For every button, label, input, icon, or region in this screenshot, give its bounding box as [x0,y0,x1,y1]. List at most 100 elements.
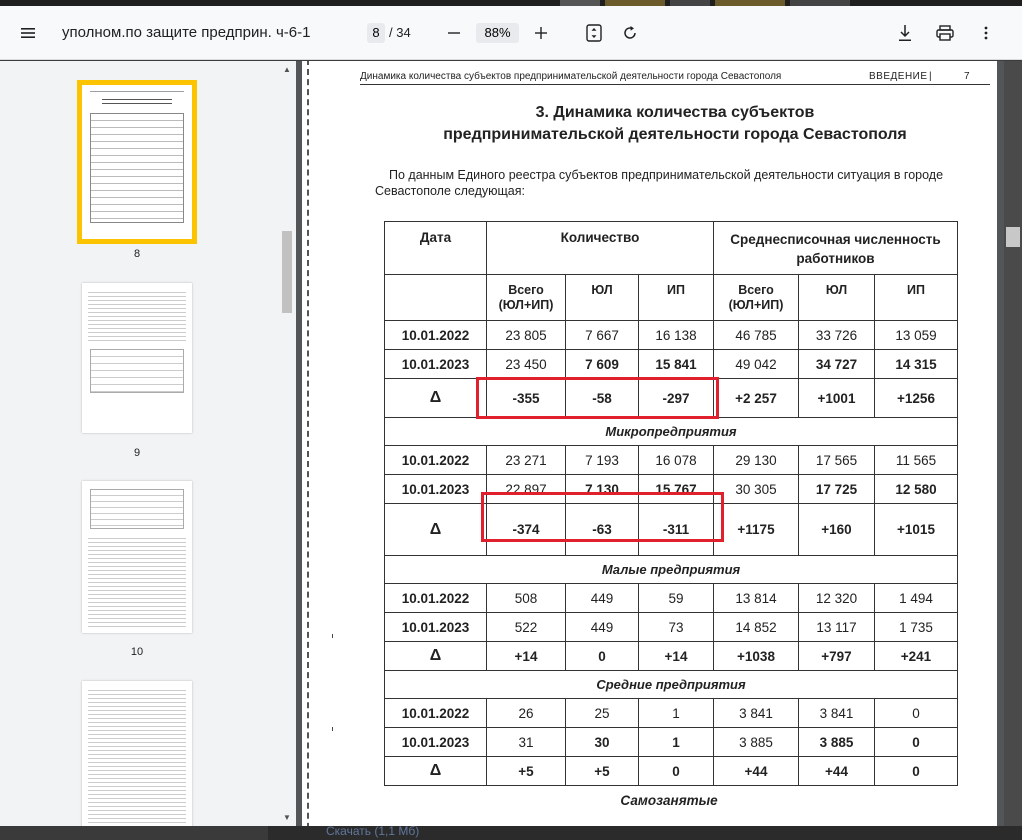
document-viewer: Динамика количества субъектов предприним… [296,61,1022,829]
table-cell: 15 841 [638,349,714,379]
rows-small: 10.01.2022 508 449 59 13 814 12 320 1 494 10.01… [384,583,958,671]
table-cell: 7 193 [565,445,639,475]
rows-medium: 10.01.2022 26 25 1 3 841 3 841 0 10.01.2023 31 30… [384,698,958,786]
thumbnail-page-10[interactable] [82,481,192,633]
scan-mark [332,634,333,638]
pdf-viewer-window: уполном.по защите предприн. ч-6-1 8 / 34… [0,0,1022,840]
table-cell: +1001 [798,378,875,418]
running-head: Динамика количества субъектов предприним… [360,71,782,82]
table-cell: +1038 [713,641,799,671]
table-cell: +160 [798,503,875,556]
table-cell: 12 320 [798,583,875,613]
thumbnail-page-11[interactable] [82,681,192,831]
fit-page-icon [586,24,602,42]
thumbnail-label-8: 8 [133,248,141,260]
table-cell: +14 [486,641,566,671]
highlight-box-all-delta [476,377,719,419]
download-link[interactable]: Скачать (1,1 Мб) [326,824,419,838]
table-cell: 0 [874,727,958,757]
table-cell: 1 [638,727,714,757]
more-options-button[interactable] [977,6,995,60]
section-label: ВВЕДЕНИЕ [869,71,928,82]
table-cell: +5 [486,756,566,786]
section-small: Малые предприятия [384,555,958,584]
table-cell: +1175 [713,503,799,556]
table-cell: 0 [874,756,958,786]
table-cell: 3 885 [798,727,875,757]
table-cell: 33 726 [798,320,875,350]
table-cell: +44 [713,756,799,786]
row-date: Δ [384,503,487,556]
table-row: 10.01.2022 23 805 7 667 16 138 46 785 33 726 1… [384,320,958,350]
table-cell: 7 667 [565,320,639,350]
table-cell: 17 725 [798,474,875,504]
table-cell: 13 117 [798,612,875,642]
table-cell: 0 [565,641,639,671]
highlight-box-micro-delta [481,492,724,542]
section-heading-line2: предпринимательской деятельности города … [443,126,907,143]
page-number-input[interactable]: 8 [367,23,385,43]
viewer-scroll-thumb[interactable] [1006,227,1020,247]
table-cell: 522 [486,612,566,642]
running-head-separator: | [929,71,932,82]
table-cell: 31 [486,727,566,757]
table-cell: 23 271 [486,445,566,475]
table-cell: 16 078 [638,445,714,475]
fit-to-page-button[interactable] [583,6,605,60]
thumbnail-label-10: 10 [130,646,144,658]
table-cell: 1 735 [874,612,958,642]
table-cell: 0 [638,756,714,786]
row-date: Δ [384,756,487,786]
row-date: 10.01.2023 [384,474,487,504]
table-cell: 7 609 [565,349,639,379]
print-button[interactable] [933,6,957,60]
table-row: 10.01.2022 26 25 1 3 841 3 841 0 [384,698,958,728]
table-cell: 508 [486,583,566,613]
sidebar-scrollbar[interactable]: ▲ ▼ [280,61,294,829]
viewer-scrollbar[interactable] [1004,61,1022,829]
zoom-in-button[interactable] [530,6,552,60]
thumbnail-page-9[interactable] [82,283,192,433]
thumbnail-sidebar: 8 9 10 ▲ ▼ [0,61,296,831]
rotate-button[interactable] [619,6,641,60]
vertical-dots-icon [984,26,988,40]
table-cell: +1256 [874,378,958,418]
header-staff: Среднесписочная численность работников [713,221,958,275]
table-row: 10.01.2023 522 449 73 14 852 13 117 1 735 [384,612,958,642]
sub-staff-total: Всего (ЮЛ+ИП) [713,274,799,321]
table-row: 10.01.2023 23 450 7 609 15 841 49 042 34 727 1… [384,349,958,379]
bottom-left-strip [0,826,268,840]
row-date: 10.01.2022 [384,320,487,350]
zoom-input[interactable]: 88% [476,23,519,43]
thumbnail-page-8[interactable] [77,80,197,244]
table-cell: +44 [798,756,875,786]
table-cell: 14 315 [874,349,958,379]
page-total: / 34 [389,25,411,40]
table-cell: +14 [638,641,714,671]
table-row: 10.01.2022 23 271 7 193 16 078 29 130 17 565 1… [384,445,958,475]
download-button[interactable] [894,6,916,60]
sub-total: Всего (ЮЛ+ИП) [486,274,566,321]
sidebar-scroll-thumb[interactable] [282,231,292,313]
document-title: уполном.по защите предприн. ч-6-1 [62,24,311,41]
pdf-page: Динамика количества субъектов предприним… [302,61,997,829]
table-cell: +241 [874,641,958,671]
table-cell: 46 785 [713,320,799,350]
row-date: 10.01.2022 [384,698,487,728]
table-cell: 3 841 [713,698,799,728]
zoom-out-button[interactable] [443,6,465,60]
table-cell: +797 [798,641,875,671]
table-row: Δ +14 0 +14 +1038 +797 +241 [384,641,958,671]
table-cell: 23 450 [486,349,566,379]
table-cell: 449 [565,583,639,613]
row-date: 10.01.2023 [384,349,487,379]
sub-staff-ul: ЮЛ [798,274,875,321]
menu-button[interactable] [10,6,46,60]
table-cell: 14 852 [713,612,799,642]
scroll-down-arrow-icon[interactable]: ▼ [282,813,292,823]
table-cell: 73 [638,612,714,642]
minus-icon [448,32,460,34]
table-row: Δ +5 +5 0 +44 +44 0 [384,756,958,786]
scroll-up-arrow-icon[interactable]: ▲ [282,65,292,75]
row-date: Δ [384,378,487,418]
